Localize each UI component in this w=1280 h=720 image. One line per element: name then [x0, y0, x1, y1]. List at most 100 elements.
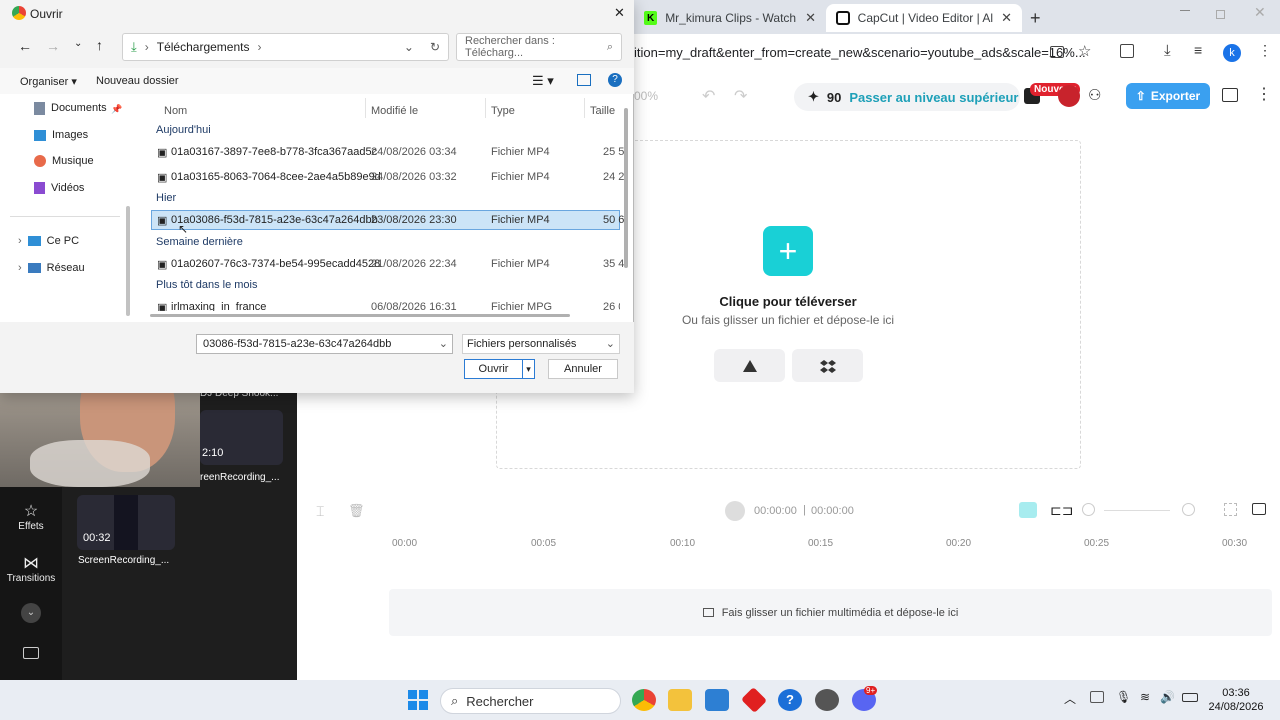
file-row[interactable]: ▣ 01a02607-76c3-7374-be54-995ecadd4528 2…	[151, 254, 624, 274]
column-modified[interactable]: Modifié le	[371, 105, 418, 117]
new-folder-button[interactable]: Nouveau dossier	[96, 75, 179, 87]
history-icon[interactable]: ⌄	[74, 38, 82, 49]
sidebar-item-network[interactable]: › Réseau	[18, 258, 85, 278]
column-name[interactable]: Nom	[164, 105, 187, 117]
file-row[interactable]: ▣ 01a03165-8063-7064-8cee-2ae4a5b89e9d 2…	[151, 167, 624, 187]
timeline-drop-track[interactable]: Fais glisser un fichier multimédia et dé…	[389, 589, 1272, 636]
sidebar-item-images[interactable]: Images	[34, 125, 88, 145]
volume-icon[interactable]: 🔊	[1160, 690, 1175, 704]
dialog-address-bar[interactable]: ⤓ › Téléchargements › ⌄ ↻	[122, 33, 449, 61]
export-button[interactable]: ⇧ Exporter	[1126, 83, 1210, 109]
play-button[interactable]	[725, 501, 745, 521]
maximize-icon[interactable]	[1216, 10, 1225, 19]
sidebar-scrollbar[interactable]	[126, 206, 130, 316]
split-icon[interactable]: ⌶	[316, 503, 324, 520]
effects-button[interactable]: ☆ Effets	[0, 503, 62, 532]
windows-start-icon[interactable]	[408, 690, 428, 710]
delete-icon[interactable]: 🗑	[348, 503, 365, 519]
zoom-slider[interactable]	[1104, 510, 1170, 511]
minimize-icon[interactable]	[1180, 10, 1190, 11]
group-earlier-month[interactable]: Plus tôt dans le mois	[156, 279, 258, 291]
refresh-icon[interactable]: ↻	[422, 40, 448, 54]
zoom-in-icon[interactable]	[1182, 503, 1195, 516]
open-button[interactable]: Ouvrir ▾	[464, 359, 535, 379]
magnet-icon[interactable]	[1019, 502, 1037, 518]
sidebar-item-videos[interactable]: Vidéos	[34, 178, 84, 198]
sidebar-item-music[interactable]: Musique	[34, 151, 94, 171]
taskbar-search[interactable]: ⌕ Rechercher	[440, 688, 621, 714]
wifi-icon[interactable]: ≋	[1140, 690, 1150, 704]
install-app-icon[interactable]	[1050, 46, 1064, 58]
close-tab-icon[interactable]: ✕	[1001, 10, 1012, 26]
view-options-icon[interactable]: ☰ ▾	[532, 73, 554, 89]
horizontal-scrollbar[interactable]	[150, 314, 570, 317]
address-bar[interactable]: ition=my_draft&enter_from=create_new&sce…	[634, 45, 1086, 60]
profile-avatar[interactable]: k	[1223, 44, 1241, 62]
file-row-selected[interactable]: ▣ 01a03086-f53d-7815-a23e-63c47a264dbb 2…	[151, 210, 624, 230]
group-yesterday[interactable]: Hier	[156, 192, 176, 204]
media-thumbnail[interactable]: 00:32	[77, 495, 175, 550]
microphone-icon[interactable]: 🎙	[1116, 690, 1131, 704]
dialog-search-input[interactable]: Rechercher dans : Télécharg... ⌕	[456, 33, 622, 61]
preview-pane-icon[interactable]	[577, 74, 591, 86]
upload-plus-icon[interactable]: +	[763, 226, 813, 276]
zoom-level[interactable]: 00%	[634, 89, 658, 103]
bookmark-star-icon[interactable]: ☆	[1078, 42, 1091, 60]
column-size[interactable]: Taille	[590, 105, 615, 117]
google-drive-button[interactable]	[714, 349, 785, 382]
file-type-filter[interactable]: Fichiers personnalisés ⌄	[462, 334, 620, 354]
tab-capcut[interactable]: CapCut | Video Editor | All-In-O ✕	[826, 4, 1022, 32]
zoom-out-icon[interactable]	[1082, 503, 1095, 516]
help-app-icon[interactable]: ?	[778, 689, 802, 711]
forward-icon[interactable]: →	[46, 38, 60, 54]
group-last-week[interactable]: Semaine dernière	[156, 236, 243, 248]
undo-icon[interactable]: ↶	[702, 86, 715, 106]
dropbox-button[interactable]	[792, 349, 863, 382]
up-icon[interactable]: ↑	[96, 37, 103, 53]
upgrade-link[interactable]: Passer au niveau supérieur	[849, 90, 1018, 105]
cancel-button[interactable]: Annuler	[548, 359, 618, 379]
new-tab-button[interactable]: +	[1030, 8, 1041, 29]
back-icon[interactable]: ←	[18, 38, 32, 54]
filename-input[interactable]: 03086-f53d-7815-a23e-63c47a264dbb ⌄	[196, 334, 453, 354]
chrome-menu-icon[interactable]: ⋮	[1258, 42, 1272, 59]
dialog-close-icon[interactable]: ✕	[614, 5, 625, 21]
user-avatar[interactable]	[1058, 85, 1080, 107]
captions-icon[interactable]	[1252, 503, 1266, 515]
transitions-button[interactable]: ⋈ Transitions	[0, 555, 62, 584]
group-today[interactable]: Aujourd'hui	[156, 124, 211, 136]
organize-menu[interactable]: Organiser ▾	[20, 75, 77, 88]
column-type[interactable]: Type	[491, 105, 515, 117]
expand-down-icon[interactable]: ⌄	[21, 603, 41, 623]
file-row[interactable]: ▣ irlmaxing_in_france 06/08/2026 16:31 F…	[151, 297, 620, 311]
open-dropdown-icon[interactable]: ▾	[522, 360, 534, 378]
tray-expand-icon[interactable]: ︿	[1064, 690, 1076, 707]
system-clock[interactable]: 03:36 24/08/2026	[1204, 686, 1268, 714]
extensions-icon[interactable]	[1120, 44, 1134, 58]
sidebar-item-documents[interactable]: Documents	[34, 98, 107, 118]
media-thumbnail[interactable]: 2:10	[200, 410, 283, 465]
download-icon[interactable]: ⤓	[1164, 42, 1171, 59]
store-icon[interactable]	[705, 689, 729, 711]
address-dropdown-icon[interactable]: ⌄	[404, 40, 414, 54]
redo-icon[interactable]: ↷	[734, 86, 747, 106]
help-icon[interactable]: ?	[608, 73, 622, 87]
obs-icon[interactable]	[815, 689, 839, 711]
more-icon[interactable]: ⋮	[1256, 84, 1272, 104]
keyboard-icon[interactable]	[23, 647, 39, 659]
vertical-scrollbar[interactable]	[624, 108, 628, 268]
tab-kick[interactable]: K Mr_kimura Clips - Watch Live o ✕	[634, 4, 826, 32]
battery-icon[interactable]	[1182, 693, 1198, 702]
tray-app-icon[interactable]	[1090, 691, 1104, 703]
media-controls-icon[interactable]: ≡	[1194, 42, 1202, 58]
close-tab-icon[interactable]: ✕	[805, 10, 816, 26]
link-icon[interactable]: ⊏⊐	[1050, 502, 1073, 519]
sidebar-item-this-pc[interactable]: › Ce PC	[18, 231, 79, 251]
file-row[interactable]: ▣ 01a03167-3897-7ee8-b778-3fca367aad5c 2…	[151, 142, 624, 162]
window-close-icon[interactable]: ✕	[1254, 4, 1266, 21]
add-user-icon[interactable]: ⚇	[1088, 86, 1101, 104]
chrome-taskbar-icon[interactable]	[632, 689, 656, 711]
fit-icon[interactable]	[1224, 503, 1237, 516]
upgrade-pill[interactable]: ✦ 90 Passer au niveau supérieur	[794, 83, 1020, 111]
display-icon[interactable]	[1222, 88, 1238, 102]
